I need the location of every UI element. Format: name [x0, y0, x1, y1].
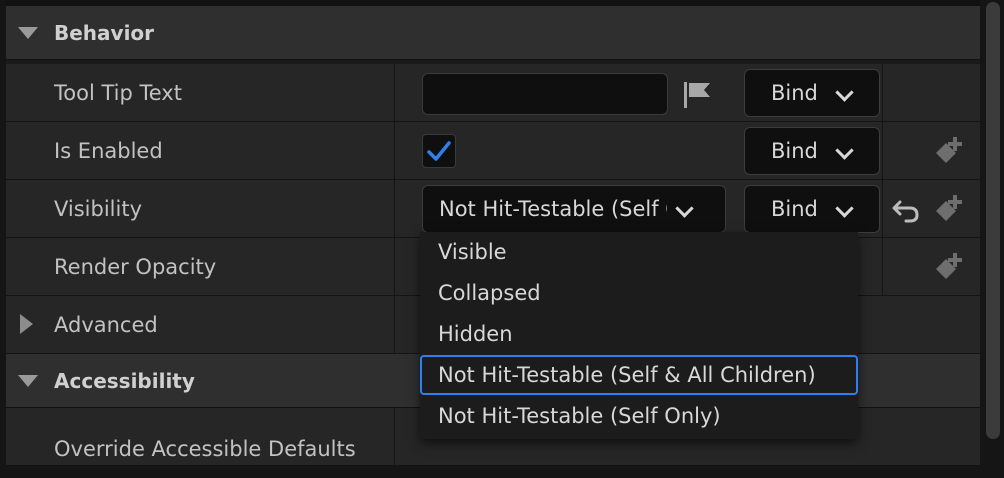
- column-divider: [882, 64, 883, 122]
- visibility-dropdown-menu: Visible Collapsed Hidden Not Hit-Testabl…: [420, 232, 858, 439]
- reset-arrow-icon[interactable]: [890, 194, 922, 226]
- chevron-down-icon: [835, 141, 854, 160]
- expand-arrow-icon[interactable]: [20, 314, 33, 334]
- dropdown-option-not-hit-testable-all[interactable]: Not Hit-Testable (Self & All Children): [420, 355, 858, 395]
- scrollbar-thumb[interactable]: [986, 2, 1000, 439]
- add-binding-icon[interactable]: [932, 251, 964, 283]
- add-binding-icon[interactable]: [932, 135, 964, 167]
- row-is-enabled: Is Enabled Bind: [6, 122, 980, 180]
- dropdown-option-visible[interactable]: Visible: [420, 232, 858, 272]
- section-accessibility-label: Accessibility: [54, 369, 195, 393]
- visibility-value: Not Hit-Testable (Self Only): [439, 197, 667, 221]
- is-enabled-bind-button[interactable]: Bind: [744, 127, 880, 175]
- tool-tip-bind-button[interactable]: Bind: [744, 69, 880, 117]
- bind-label: Bind: [771, 81, 818, 105]
- is-enabled-checkbox[interactable]: [422, 134, 456, 168]
- column-divider: [882, 122, 883, 180]
- chevron-down-icon: [835, 199, 854, 218]
- collapse-arrow-icon[interactable]: [18, 27, 38, 39]
- override-accessible-defaults-label: Override Accessible Defaults: [54, 437, 356, 461]
- column-divider: [394, 180, 395, 238]
- dropdown-option-collapsed[interactable]: Collapsed: [420, 273, 858, 313]
- bind-label: Bind: [771, 139, 818, 163]
- column-divider: [394, 408, 395, 466]
- collapse-arrow-icon[interactable]: [18, 375, 38, 387]
- tool-tip-text-label: Tool Tip Text: [54, 81, 182, 105]
- column-divider: [882, 180, 883, 238]
- column-divider: [394, 296, 395, 354]
- render-opacity-label: Render Opacity: [54, 255, 217, 279]
- section-behavior[interactable]: Behavior: [6, 6, 980, 60]
- column-divider: [394, 64, 395, 122]
- column-divider: [882, 238, 883, 296]
- column-divider: [394, 122, 395, 180]
- column-divider: [394, 238, 395, 296]
- dropdown-option-not-hit-testable-self[interactable]: Not Hit-Testable (Self Only): [420, 396, 858, 436]
- localization-flag-icon[interactable]: [682, 80, 714, 108]
- add-binding-icon[interactable]: [932, 193, 964, 225]
- tool-tip-text-input[interactable]: [422, 73, 668, 115]
- visibility-combo[interactable]: Not Hit-Testable (Self Only): [422, 185, 726, 233]
- chevron-down-icon: [675, 199, 694, 218]
- row-tool-tip-text: Tool Tip Text Bind: [6, 64, 980, 122]
- visibility-bind-button[interactable]: Bind: [744, 185, 880, 233]
- dropdown-option-hidden[interactable]: Hidden: [420, 314, 858, 354]
- advanced-label: Advanced: [54, 313, 158, 337]
- chevron-down-icon: [835, 83, 854, 102]
- is-enabled-label: Is Enabled: [54, 139, 163, 163]
- row-visibility: Visibility Not Hit-Testable (Self Only) …: [6, 180, 980, 238]
- bind-label: Bind: [771, 197, 818, 221]
- visibility-label: Visibility: [54, 197, 143, 221]
- checkmark-icon: [427, 141, 451, 161]
- section-behavior-label: Behavior: [54, 21, 155, 45]
